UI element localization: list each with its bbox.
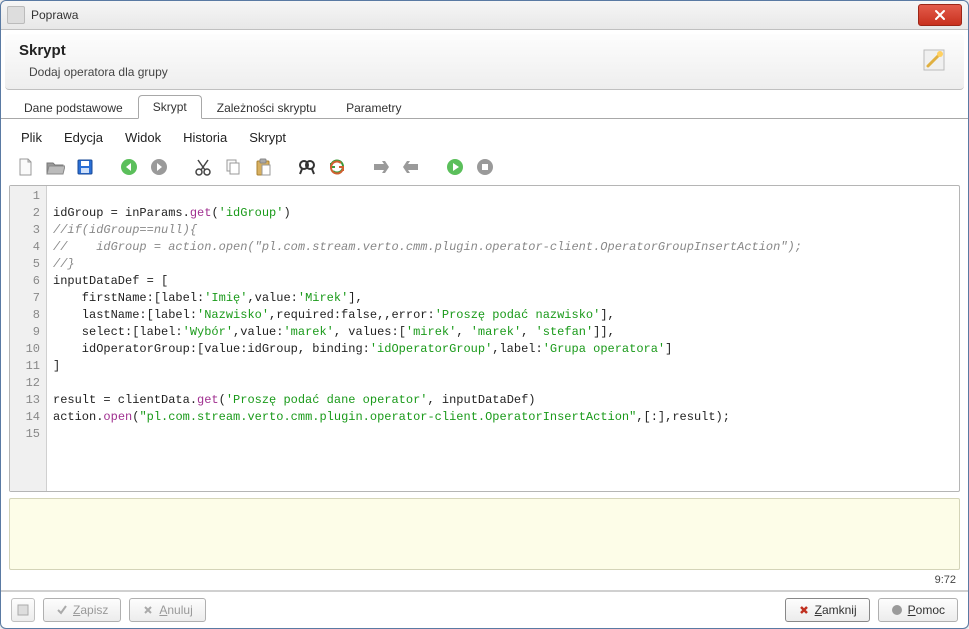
- window: Poprawa Skrypt Dodaj operatora dla grupy…: [0, 0, 969, 629]
- close-footer-button[interactable]: Zamknij: [785, 598, 870, 622]
- code-line[interactable]: idOperatorGroup:[value:idGroup, binding:…: [53, 341, 953, 358]
- next-icon: [371, 157, 391, 177]
- menu-historia[interactable]: Historia: [173, 127, 237, 148]
- tab-parametry[interactable]: Parametry: [331, 96, 416, 119]
- code-line[interactable]: //if(idGroup==null){: [53, 222, 953, 239]
- run-icon: [445, 157, 465, 177]
- cancel-icon: [142, 604, 154, 616]
- undo-button[interactable]: [117, 155, 141, 179]
- app-icon: [7, 6, 25, 24]
- tab-zaleznosci-skryptu[interactable]: Zależności skryptu: [202, 96, 331, 119]
- code-line[interactable]: idGroup = inParams.get('idGroup'): [53, 205, 953, 222]
- code-line[interactable]: select:[label:'Wybór',value:'marek', val…: [53, 324, 953, 341]
- menu-edycja[interactable]: Edycja: [54, 127, 113, 148]
- cancel-footer-button[interactable]: Anuluj: [129, 598, 205, 622]
- prev-icon: [401, 157, 421, 177]
- tabs: Dane podstawowe Skrypt Zależności skrypt…: [1, 94, 968, 119]
- code-line[interactable]: [53, 426, 953, 443]
- stop-button[interactable]: [473, 155, 497, 179]
- code-line[interactable]: // idGroup = action.open("pl.com.stream.…: [53, 239, 953, 256]
- code-line[interactable]: lastName:[label:'Nazwisko',required:fals…: [53, 307, 953, 324]
- next-button[interactable]: [369, 155, 393, 179]
- statusbar: 9:72: [1, 572, 968, 591]
- page-title: Skrypt: [19, 42, 950, 59]
- window-close-button[interactable]: [918, 4, 962, 26]
- tab-dane-podstawowe[interactable]: Dane podstawowe: [9, 96, 138, 119]
- menu-icon: [16, 603, 30, 617]
- copy-icon: [223, 157, 243, 177]
- help-footer-button[interactable]: Pomoc: [878, 598, 958, 622]
- run-button[interactable]: [443, 155, 467, 179]
- close-label-rest: amknij: [822, 603, 857, 617]
- prev-button[interactable]: [399, 155, 423, 179]
- code-line[interactable]: firstName:[label:'Imię',value:'Mirek'],: [53, 290, 953, 307]
- wizard-icon: [918, 44, 950, 76]
- menu-plik[interactable]: Plik: [11, 127, 52, 148]
- footer-menu-button[interactable]: [11, 598, 35, 622]
- refresh-icon: [327, 157, 347, 177]
- paste-button[interactable]: [251, 155, 275, 179]
- close-icon: [934, 9, 946, 21]
- new-button[interactable]: [13, 155, 37, 179]
- save-button[interactable]: [73, 155, 97, 179]
- find-icon: [297, 157, 317, 177]
- menu-widok[interactable]: Widok: [115, 127, 171, 148]
- code-line[interactable]: [53, 375, 953, 392]
- footer: Zapisz Anuluj Zamknij Pomoc: [1, 591, 968, 628]
- code-area[interactable]: idGroup = inParams.get('idGroup')//if(id…: [47, 186, 959, 491]
- code-line[interactable]: action.open("pl.com.stream.verto.cmm.plu…: [53, 409, 953, 426]
- save-footer-button[interactable]: Zapisz: [43, 598, 121, 622]
- output-panel: [9, 498, 960, 570]
- menubar: Plik Edycja Widok Historia Skrypt: [9, 123, 960, 152]
- code-line[interactable]: //}: [53, 256, 953, 273]
- code-line[interactable]: [53, 188, 953, 205]
- new-icon: [15, 157, 35, 177]
- editor-area: Plik Edycja Widok Historia Skrypt: [1, 119, 968, 492]
- save-icon: [75, 157, 95, 177]
- open-icon: [45, 157, 65, 177]
- code-line[interactable]: ]: [53, 358, 953, 375]
- code-editor[interactable]: 123456789101112131415 idGroup = inParams…: [9, 185, 960, 492]
- code-line[interactable]: inputDataDef = [: [53, 273, 953, 290]
- save-label-first: Zapisz: [73, 603, 108, 617]
- open-button[interactable]: [43, 155, 67, 179]
- tab-skrypt[interactable]: Skrypt: [138, 95, 202, 119]
- cursor-position: 9:72: [935, 574, 956, 586]
- code-line[interactable]: result = clientData.get('Proszę podać da…: [53, 392, 953, 409]
- copy-button[interactable]: [221, 155, 245, 179]
- check-icon: [56, 604, 68, 616]
- toolbar: [9, 152, 960, 185]
- help-icon: [891, 604, 903, 616]
- paste-icon: [253, 157, 273, 177]
- window-title: Poprawa: [31, 8, 918, 22]
- refresh-button[interactable]: [325, 155, 349, 179]
- cancel-label: Anuluj: [159, 603, 192, 617]
- header-panel: Skrypt Dodaj operatora dla grupy: [5, 34, 964, 90]
- redo-icon: [149, 157, 169, 177]
- stop-icon: [475, 157, 495, 177]
- redo-button[interactable]: [147, 155, 171, 179]
- menu-skrypt[interactable]: Skrypt: [239, 127, 296, 148]
- undo-icon: [119, 157, 139, 177]
- titlebar: Poprawa: [1, 1, 968, 30]
- page-subtitle: Dodaj operatora dla grupy: [29, 65, 950, 79]
- help-label-rest: omoc: [916, 603, 945, 617]
- close-icon: [798, 604, 810, 616]
- cut-icon: [193, 157, 213, 177]
- find-button[interactable]: [295, 155, 319, 179]
- cut-button[interactable]: [191, 155, 215, 179]
- line-gutter: 123456789101112131415: [10, 186, 47, 491]
